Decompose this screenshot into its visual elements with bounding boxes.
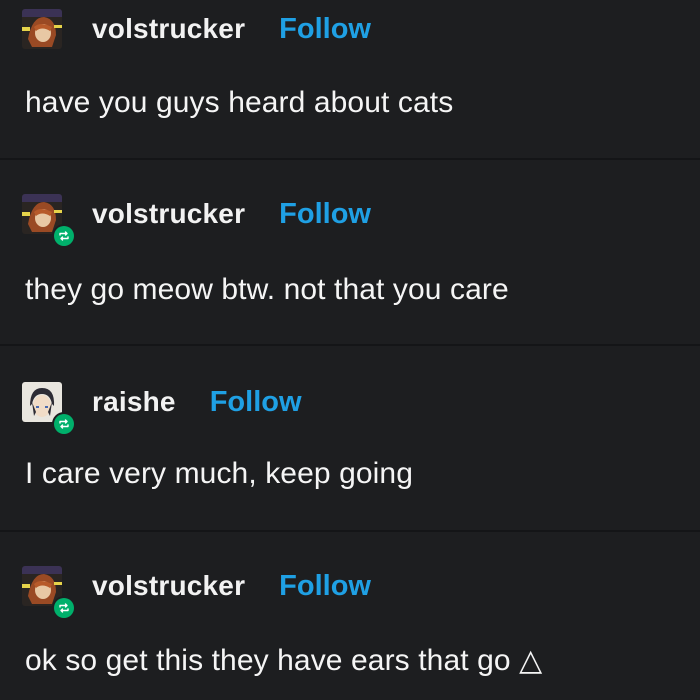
post-text: have you guys heard about cats <box>25 86 454 119</box>
reblog-icon <box>54 414 74 434</box>
username[interactable]: volstrucker <box>92 198 245 230</box>
reblog-badge <box>52 224 76 248</box>
post-header: volstrucker Follow <box>22 193 371 248</box>
reblog-badge <box>52 412 76 436</box>
divider <box>0 158 700 160</box>
avatar-container[interactable] <box>22 382 76 436</box>
follow-button[interactable]: Follow <box>210 386 302 419</box>
follow-button[interactable]: Follow <box>279 13 371 46</box>
username[interactable]: volstrucker <box>92 570 245 602</box>
avatar-container[interactable] <box>22 566 76 620</box>
avatar-container[interactable] <box>22 9 62 49</box>
reblog-badge <box>52 596 76 620</box>
divider <box>0 344 700 346</box>
divider <box>0 530 700 532</box>
post-header: raishe Follow <box>22 381 302 436</box>
username[interactable]: volstrucker <box>92 13 245 45</box>
reblog-icon <box>54 598 74 618</box>
post-text: they go meow btw. not that you care <box>25 273 509 306</box>
reblog-icon <box>54 226 74 246</box>
post-header: volstrucker Follow <box>22 8 371 50</box>
follow-button[interactable]: Follow <box>279 570 371 603</box>
avatar-redhead[interactable] <box>22 9 62 49</box>
avatar-container[interactable] <box>22 194 76 248</box>
post-header: volstrucker Follow <box>22 565 371 620</box>
post-text: ok so get this they have ears that go △ <box>25 644 543 677</box>
follow-button[interactable]: Follow <box>279 198 371 231</box>
reblog-thread: volstrucker Follow have you guys heard a… <box>0 0 700 700</box>
post-text: I care very much, keep going <box>25 457 413 490</box>
username[interactable]: raishe <box>92 386 176 418</box>
